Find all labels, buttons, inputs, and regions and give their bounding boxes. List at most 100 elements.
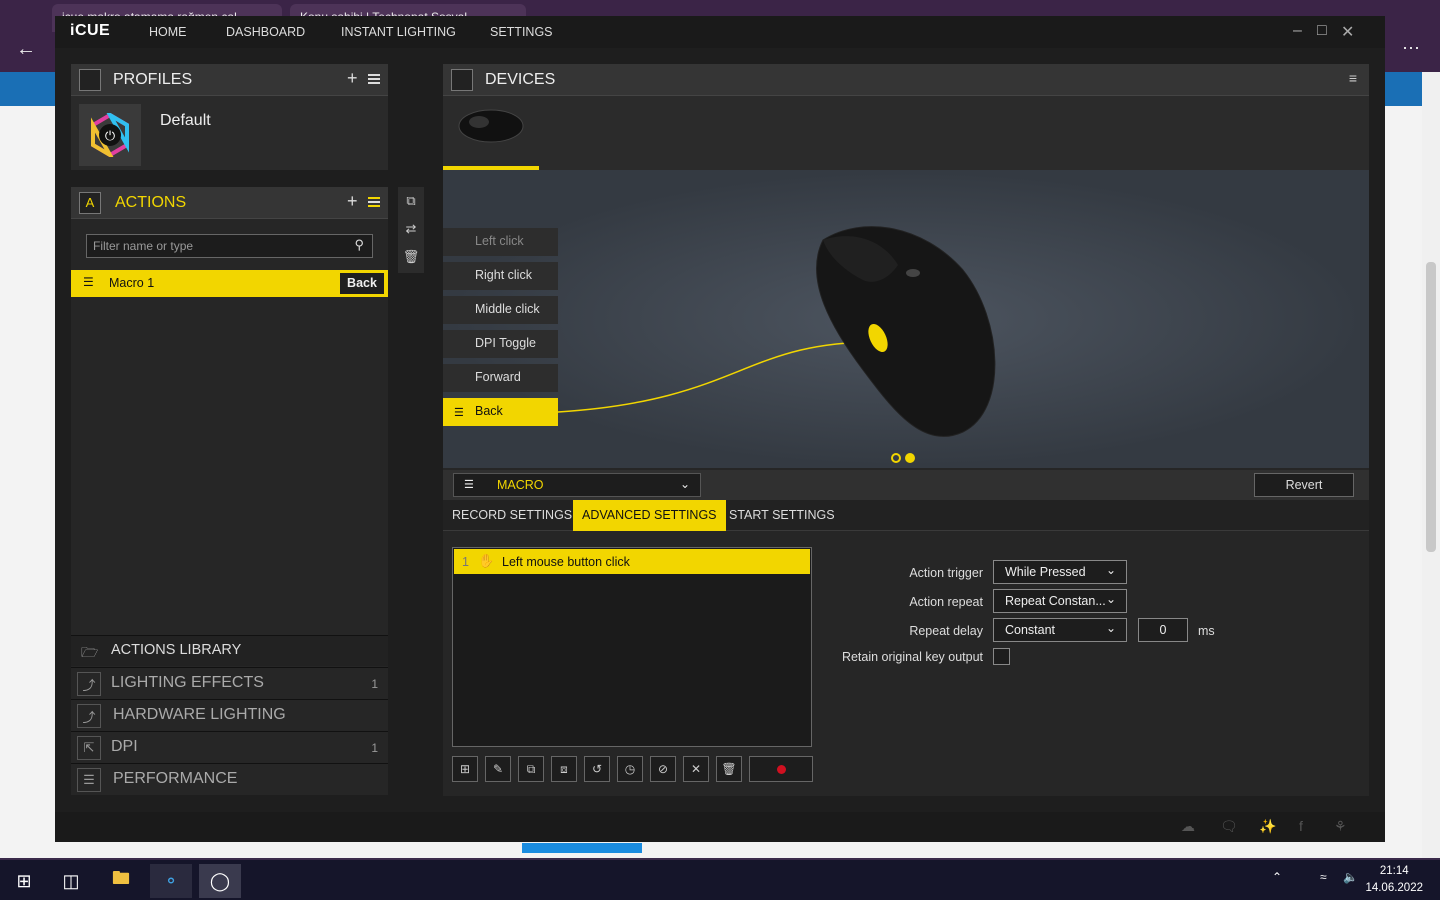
nav-home[interactable]: HOME — [149, 25, 187, 39]
search-icon[interactable]: ⚲ — [354, 237, 364, 253]
repeat-delay-label: Repeat delay — [909, 624, 983, 638]
profile-default[interactable]: ⏻ Default — [71, 96, 388, 170]
library-item-dpi[interactable]: ⇱ DPI 1 — [71, 731, 388, 762]
macro-step-list[interactable]: 1 ✋ Left mouse button click — [452, 547, 812, 747]
import-icon[interactable]: ⇄ — [398, 215, 424, 243]
clear-icon[interactable]: ✕ — [683, 756, 709, 782]
action-name: Macro 1 — [109, 276, 155, 290]
file-explorer-icon[interactable]: 🖿 — [100, 864, 142, 898]
action-repeat-label: Action repeat — [909, 595, 983, 609]
twitter-icon[interactable]: ✨ — [1259, 818, 1276, 835]
actions-library-header[interactable]: 🗁 ACTIONS LIBRARY — [71, 635, 388, 666]
filter-input[interactable]: Filter name or type ⚲ — [86, 234, 373, 258]
tab-advanced-settings[interactable]: ADVANCED SETTINGS — [573, 500, 726, 531]
actions-icon: A — [79, 192, 101, 214]
step-index: 1 — [462, 555, 469, 569]
device-stage: Left click Right click Middle click DPI … — [443, 170, 1369, 468]
task-view-icon[interactable]: ◫ — [50, 864, 92, 898]
action-row-macro-1[interactable]: ☰ Macro 1 Back — [71, 270, 388, 297]
volume-icon[interactable]: 🔈 — [1343, 870, 1358, 884]
retain-key-checkbox[interactable] — [993, 648, 1010, 665]
profiles-menu-icon[interactable] — [368, 74, 380, 84]
profiles-icon — [79, 69, 101, 91]
macro-bar: ☰ MACRO ⌄ Revert — [443, 470, 1369, 500]
clock-time: 21:14 — [1379, 865, 1409, 877]
copy-icon[interactable]: ⧉ — [398, 187, 424, 215]
edge-icon[interactable]: ⚬ — [150, 864, 192, 898]
folder-icon: 🗁 — [81, 644, 99, 660]
action-trigger-label: Action trigger — [909, 566, 983, 580]
repeat-delay-unit: ms — [1198, 624, 1215, 638]
page-dot-2[interactable] — [905, 453, 915, 463]
action-key-badge: Back — [340, 273, 384, 294]
duplicate-icon[interactable]: ⧈ — [551, 756, 577, 782]
library-item-hardware-lighting[interactable]: ⤴ HARDWARE LIGHTING — [71, 699, 388, 730]
chat-icon[interactable]: 🗨 — [1220, 818, 1238, 835]
edit-icon[interactable]: ✎ — [485, 756, 511, 782]
library-item-label: LIGHTING EFFECTS — [111, 674, 264, 691]
windows-start-icon[interactable]: ⊞ — [3, 864, 45, 898]
insert-delay-icon[interactable]: ◷ — [617, 756, 643, 782]
device-mouse-thumb[interactable] — [443, 96, 539, 170]
action-repeat-value: Repeat Constan... — [1005, 594, 1106, 608]
nav-settings[interactable]: SETTINGS — [490, 25, 553, 39]
devices-menu-icon[interactable]: ≡ — [1349, 70, 1357, 86]
clock-date: 14.06.2022 — [1365, 882, 1423, 894]
page-scrollbar[interactable] — [1422, 72, 1440, 858]
back-arrow-icon[interactable]: ← — [16, 38, 36, 61]
page-dots — [891, 450, 919, 468]
action-trigger-select[interactable]: While Pressed ⌄ — [993, 560, 1127, 584]
library-item-label: DPI — [111, 738, 138, 755]
minimize-icon[interactable]: – — [1293, 22, 1302, 40]
nav-instant-lighting[interactable]: INSTANT LIGHTING — [341, 25, 456, 39]
add-action-icon[interactable]: + — [347, 191, 358, 212]
network-icon[interactable]: ≈ — [1320, 870, 1327, 884]
app-logo: iCUE — [70, 22, 111, 39]
devices-header: DEVICES ≡ — [443, 64, 1369, 96]
library-item-performance[interactable]: ☰ PERFORMANCE — [71, 763, 388, 794]
icue-taskbar-icon[interactable]: ◯ — [199, 864, 241, 898]
maximize-icon[interactable]: □ — [1317, 22, 1327, 40]
corsair-icon[interactable]: ⚘ — [1334, 818, 1347, 835]
delete-icon[interactable]: 🗑 — [398, 243, 424, 271]
tab-start-settings[interactable]: START SETTINGS — [720, 500, 844, 531]
more-icon[interactable]: ⋯ — [1402, 38, 1420, 59]
actions-title: ACTIONS — [115, 194, 187, 211]
step-label: Left mouse button click — [502, 555, 630, 569]
lightning-icon: ⤴ — [77, 704, 101, 728]
revert-button[interactable]: Revert — [1254, 473, 1354, 497]
nav-dashboard[interactable]: DASHBOARD — [226, 25, 305, 39]
remove-delays-icon[interactable]: ⊘ — [650, 756, 676, 782]
undo-icon[interactable]: ↺ — [584, 756, 610, 782]
system-clock[interactable]: 21:14 14.06.2022 — [1365, 863, 1423, 897]
cloud-icon[interactable]: ☁ — [1181, 818, 1195, 835]
mouse-illustration — [557, 226, 996, 437]
macro-step[interactable]: 1 ✋ Left mouse button click — [454, 549, 810, 574]
action-repeat-select[interactable]: Repeat Constan... ⌄ — [993, 589, 1127, 613]
filter-placeholder: Filter name or type — [93, 239, 194, 253]
tray-chevron-icon[interactable]: ⌃ — [1272, 870, 1282, 884]
record-button[interactable] — [749, 756, 813, 782]
repeat-delay-ms-input[interactable]: 0 — [1138, 618, 1188, 642]
copy-icon[interactable]: ⧉ — [518, 756, 544, 782]
devices-panel: DEVICES ≡ Left click Right click Middle … — [443, 64, 1369, 796]
facebook-icon[interactable]: f — [1299, 818, 1303, 834]
profile-logo-icon: ⏻ — [79, 104, 141, 166]
add-profile-icon[interactable]: + — [347, 68, 358, 89]
trash-icon[interactable]: 🗑 — [716, 756, 742, 782]
repeat-delay-select[interactable]: Constant ⌄ — [993, 618, 1127, 642]
lightning-icon: ⤴ — [77, 672, 101, 696]
page-dot-1[interactable] — [891, 453, 901, 463]
repeat-delay-value: Constant — [1005, 623, 1056, 637]
actions-menu-icon[interactable] — [368, 197, 380, 207]
action-type-select[interactable]: ☰ MACRO ⌄ — [453, 473, 701, 497]
page-button[interactable] — [522, 843, 642, 853]
icue-window: iCUE HOME DASHBOARD INSTANT LIGHTING SET… — [55, 16, 1385, 842]
add-step-icon[interactable]: ⊞ — [452, 756, 478, 782]
scroll-thumb[interactable] — [1426, 262, 1436, 552]
actions-header: A ACTIONS + — [71, 187, 388, 219]
tab-record-settings[interactable]: RECORD SETTINGS — [443, 500, 581, 531]
library-item-lighting-effects[interactable]: ⤴ LIGHTING EFFECTS 1 — [71, 667, 388, 698]
chevron-down-icon: ⌄ — [679, 477, 690, 491]
close-icon[interactable]: ✕ — [1341, 22, 1354, 42]
